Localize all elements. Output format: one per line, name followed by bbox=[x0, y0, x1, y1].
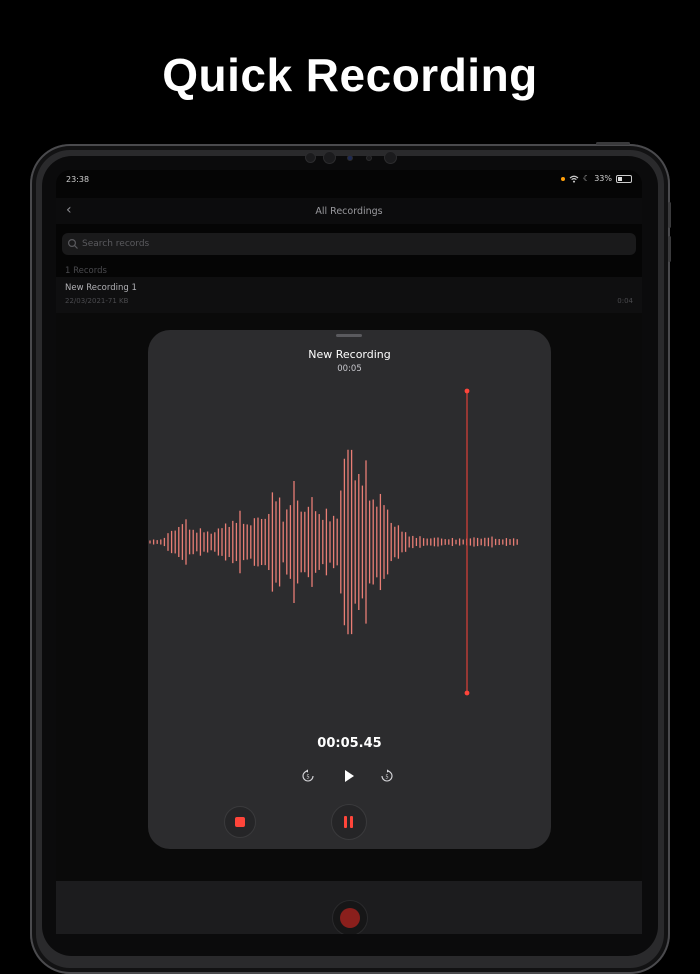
magnifier-icon bbox=[67, 238, 78, 249]
bottom-toolbar bbox=[56, 881, 642, 934]
pause-icon bbox=[350, 816, 353, 828]
wifi-icon bbox=[569, 175, 579, 183]
volume-down-button bbox=[668, 236, 671, 262]
recording-name: New Recording 1 bbox=[65, 283, 137, 293]
pause-button[interactable] bbox=[331, 804, 367, 840]
nav-title: All Recordings bbox=[315, 206, 383, 217]
volume-up-button bbox=[668, 202, 671, 228]
status-icons: ☾ 33% bbox=[561, 174, 632, 183]
recording-timer: 00:05.45 bbox=[317, 736, 382, 751]
record-button[interactable] bbox=[332, 900, 368, 934]
recording-meta: 22/03/2021-71 KB bbox=[65, 297, 129, 305]
playhead-handle[interactable] bbox=[464, 690, 470, 696]
camera-icon bbox=[384, 151, 397, 164]
top-button bbox=[596, 142, 630, 145]
recording-list-item[interactable]: New Recording 1 22/03/2021-71 KB 0:04 bbox=[56, 277, 642, 313]
status-time: 23:38 bbox=[66, 175, 90, 184]
camera-icon bbox=[305, 152, 316, 163]
forward-5-icon[interactable]: 5 bbox=[380, 769, 394, 783]
waveform bbox=[149, 388, 518, 696]
moon-icon: ☾ bbox=[583, 174, 591, 183]
rewind-5-icon[interactable]: 5 bbox=[301, 769, 315, 783]
camera-icon bbox=[323, 151, 336, 164]
recording-duration: 0:04 bbox=[617, 297, 633, 305]
status-bar: 23:38 ☾ 33% bbox=[56, 170, 642, 190]
headline: Quick Recording bbox=[162, 49, 538, 101]
sensor-icon bbox=[347, 155, 353, 161]
play-icon[interactable] bbox=[341, 768, 357, 784]
search-placeholder: Search records bbox=[82, 239, 150, 249]
recording-sheet: New Recording 00:05 00:05.45 5 5 bbox=[148, 330, 551, 849]
pause-icon bbox=[344, 816, 347, 828]
playhead-handle[interactable] bbox=[464, 388, 470, 394]
svg-text:5: 5 bbox=[306, 774, 309, 780]
records-count: 1 Records bbox=[65, 266, 107, 276]
search-input[interactable]: Search records bbox=[62, 233, 636, 255]
svg-text:5: 5 bbox=[385, 774, 388, 780]
record-icon bbox=[340, 908, 360, 928]
nav-bar: ‹ All Recordings bbox=[56, 198, 642, 224]
sensor-icon bbox=[366, 155, 372, 161]
stop-button[interactable] bbox=[224, 806, 256, 838]
battery-icon bbox=[616, 174, 632, 183]
stop-icon bbox=[235, 817, 245, 827]
battery-percent: 33% bbox=[594, 174, 612, 183]
mic-indicator-icon bbox=[561, 176, 566, 181]
